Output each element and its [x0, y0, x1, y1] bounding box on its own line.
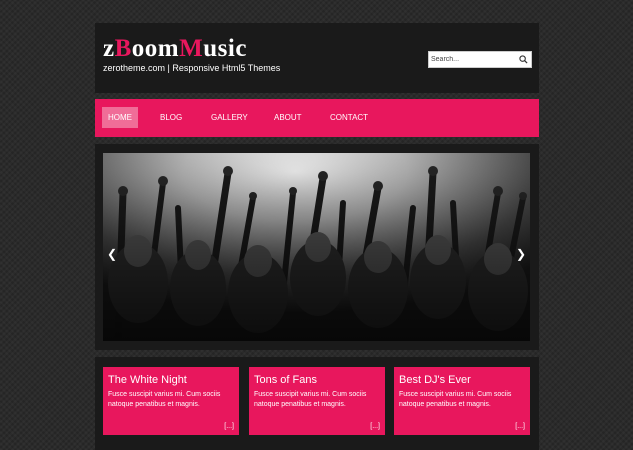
- logo-text-1: z: [103, 35, 115, 62]
- nav-contact[interactable]: CONTACT: [324, 107, 374, 128]
- slider-prev-icon[interactable]: ❮: [105, 247, 119, 261]
- nav-home[interactable]: HOME: [102, 107, 138, 128]
- card-title[interactable]: Tons of Fans: [254, 374, 380, 387]
- logo-text-5: usic: [203, 35, 247, 62]
- feature-card: The White Night Fusce suscipit varius mi…: [103, 367, 239, 435]
- logo-text-3: oom: [131, 35, 180, 62]
- slider-next-icon[interactable]: ❯: [514, 247, 528, 261]
- card-text: Fusce suscipit varius mi. Cum sociis nat…: [254, 391, 367, 408]
- logo-text-4: M: [179, 35, 204, 62]
- site-logo[interactable]: zBoomMusic: [103, 35, 247, 63]
- logo-text-2: B: [114, 35, 132, 62]
- card-title[interactable]: The White Night: [108, 374, 234, 387]
- nav-about[interactable]: ABOUT: [268, 107, 308, 128]
- search-input[interactable]: [431, 52, 515, 67]
- feature-card: Tons of Fans Fusce suscipit varius mi. C…: [249, 367, 385, 435]
- nav-gallery[interactable]: GALLERY: [205, 107, 254, 128]
- features-section: The White Night Fusce suscipit varius mi…: [95, 357, 539, 450]
- concert-crowd-photo: ❮ ❯: [103, 153, 530, 341]
- nav-blog[interactable]: BLOG: [154, 107, 188, 128]
- site-header: zBoomMusic zerotheme.com | Responsive Ht…: [95, 23, 539, 93]
- main-nav: HOME BLOG GALLERY ABOUT CONTACT: [95, 99, 539, 137]
- image-slider: ❮ ❯: [95, 144, 539, 350]
- site-tagline: zerotheme.com | Responsive Html5 Themes: [103, 63, 281, 73]
- card-text: Fusce suscipit varius mi. Cum sociis nat…: [399, 391, 512, 408]
- read-more-link[interactable]: [...]: [515, 423, 525, 430]
- card-title[interactable]: Best DJ's Ever: [399, 374, 525, 387]
- search-icon[interactable]: [519, 55, 528, 64]
- read-more-link[interactable]: [...]: [224, 423, 234, 430]
- card-text: Fusce suscipit varius mi. Cum sociis nat…: [108, 391, 221, 408]
- search-box: [428, 51, 532, 68]
- read-more-link[interactable]: [...]: [370, 423, 380, 430]
- feature-card: Best DJ's Ever Fusce suscipit varius mi.…: [394, 367, 530, 435]
